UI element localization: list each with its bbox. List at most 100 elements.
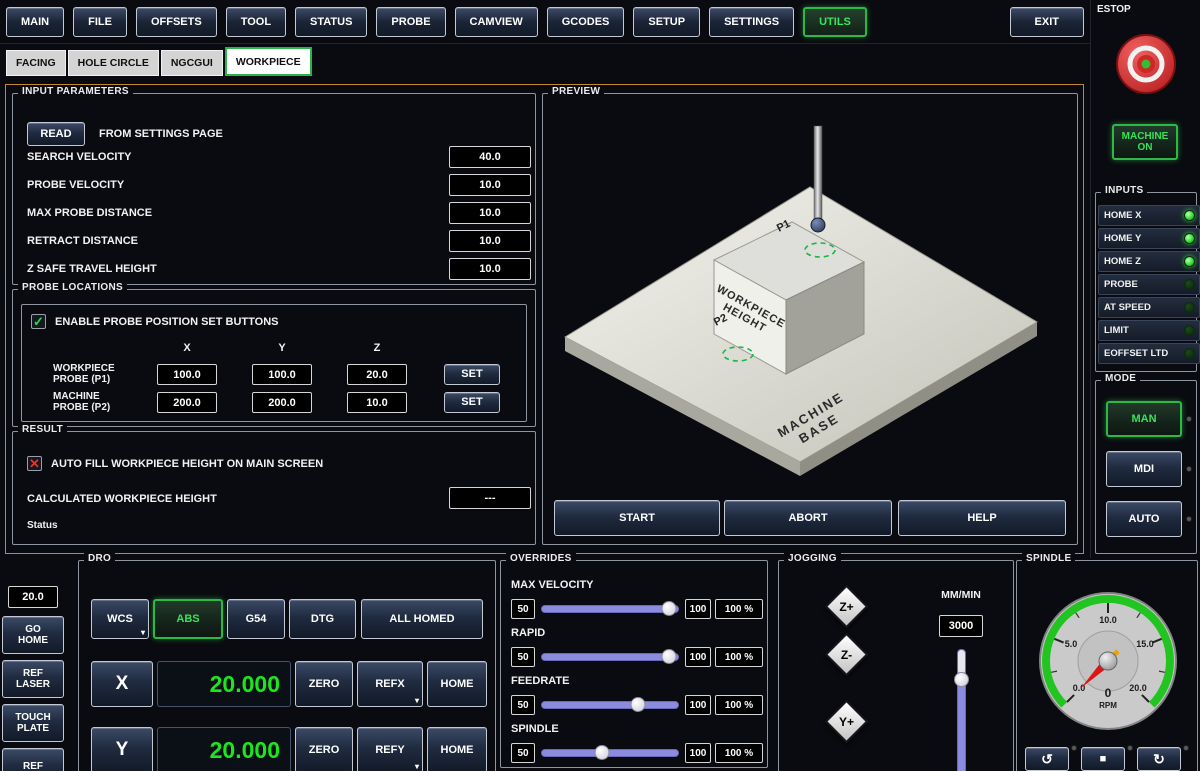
input-indicator-home-x: HOME X [1098,205,1200,226]
z-safe-travel-field[interactable]: 10.0 [449,258,531,280]
menu-settings[interactable]: SETTINGS [709,7,794,37]
machine-probe-z-field[interactable]: 10.0 [347,392,407,413]
mode-mdi-button[interactable]: MDI [1106,451,1182,487]
mode-group: MODE MAN MDI AUTO [1095,380,1197,554]
jog-z-minus-button[interactable]: Z- [825,633,869,677]
calculated-height-value: --- [449,487,531,509]
menu-main[interactable]: MAIN [6,7,64,37]
feedrate-max: 100 [685,695,711,715]
rapid-slider[interactable] [541,647,679,667]
utility-tab-bar: FACING HOLE CIRCLE NGCGUI WORKPIECE [6,46,314,76]
probe-velocity-field[interactable]: 10.0 [449,174,531,196]
menu-offsets[interactable]: OFFSETS [136,7,217,37]
ref-x-button[interactable]: REFX ▾ [357,661,423,707]
zero-x-button[interactable]: ZERO [295,661,353,707]
retract-distance-field[interactable]: 10.0 [449,230,531,252]
abs-button[interactable]: ABS [153,599,223,639]
dtg-button[interactable]: DTG [289,599,356,639]
feedrate-slider-handle[interactable] [630,697,645,712]
rapid-slider-handle[interactable] [662,649,677,664]
jog-y-plus-button[interactable]: Y+ [825,700,869,744]
jog-rate-slider[interactable] [957,649,966,771]
jog-rate-field[interactable]: 3000 [939,615,983,637]
home-y-button[interactable]: HOME [427,727,487,771]
mode-auto-button[interactable]: AUTO [1106,501,1182,537]
mode-man-button[interactable]: MAN [1106,401,1182,437]
max-velocity-slider-track[interactable] [541,605,679,613]
overrides-title: OVERRIDES [506,553,576,564]
spindle-group: SPINDLE 0.0 5.0 [1016,560,1198,771]
rapid-slider-track[interactable] [541,653,679,661]
zero-y-button[interactable]: ZERO [295,727,353,771]
estop-button[interactable] [1114,32,1178,96]
menu-probe[interactable]: PROBE [376,7,445,37]
tab-facing[interactable]: FACING [6,50,66,76]
wcs-button[interactable]: WCS ▾ [91,599,149,639]
go-home-button[interactable]: GO HOME [2,616,64,654]
machine-probe-y-field[interactable]: 200.0 [252,392,312,413]
max-probe-distance-field[interactable]: 10.0 [449,202,531,224]
right-sidebar: ESTOP MACHINE ON INPUTS HOME X HOME Y HO… [1090,0,1200,558]
laser-offset-field[interactable]: 20.0 [8,586,58,608]
jog-z-plus-button[interactable]: Z+ [825,585,869,629]
gauge-tick-10: 10.0 [1099,615,1117,625]
help-button[interactable]: HELP [898,500,1066,536]
feedrate-slider[interactable] [541,695,679,715]
start-button[interactable]: START [554,500,720,536]
spindle-stop-button[interactable]: ■ [1081,747,1125,771]
axis-x-button[interactable]: X [91,661,153,707]
gauge-tick-20: 20.0 [1129,683,1147,693]
g54-button[interactable]: G54 [227,599,285,639]
y-position-readout: 20.000 [157,727,291,771]
machine-on-button[interactable]: MACHINE ON [1112,124,1178,160]
home-x-button[interactable]: HOME [427,661,487,707]
menu-camview[interactable]: CAMVIEW [455,7,538,37]
ref-button[interactable]: REF [2,748,64,771]
inputs-title: INPUTS [1101,185,1147,196]
search-velocity-field[interactable]: 40.0 [449,146,531,168]
workpiece-probe-y-field[interactable]: 100.0 [252,364,312,385]
workpiece-probe-set-button[interactable]: SET [444,364,500,385]
max-velocity-max: 100 [685,599,711,619]
ref-laser-button[interactable]: REF LASER [2,660,64,698]
abort-button[interactable]: ABORT [724,500,892,536]
enable-probe-buttons-checkbox[interactable]: ✓ [31,314,46,329]
machine-probe-x-field[interactable]: 200.0 [157,392,217,413]
all-homed-button[interactable]: ALL HOMED [361,599,483,639]
tab-ngcgui[interactable]: NGCGUI [161,50,223,76]
home-y-led [1184,233,1195,244]
exit-button[interactable]: EXIT [1010,7,1084,37]
menu-gcodes[interactable]: GCODES [547,7,625,37]
probe-led [1184,279,1195,290]
dro-group: DRO WCS ▾ ABS G54 DTG ALL HOMED X 20.000… [78,560,496,771]
at-speed-led [1184,302,1195,313]
spindle-reverse-button[interactable]: ↺ [1025,747,1069,771]
feedrate-slider-track[interactable] [541,701,679,709]
tab-hole-circle[interactable]: HOLE CIRCLE [68,50,159,76]
axis-y-button[interactable]: Y [91,727,153,771]
jog-rate-slider-handle[interactable] [954,672,969,687]
ref-y-button[interactable]: REFY ▾ [357,727,423,771]
spindle-forward-button[interactable]: ↻ [1137,747,1181,771]
spindle-override-slider-handle[interactable] [594,745,609,760]
autofill-height-checkbox[interactable]: ✕ [27,456,42,471]
enable-probe-buttons-label: ENABLE PROBE POSITION SET BUTTONS [55,316,279,328]
menu-tool[interactable]: TOOL [226,7,286,37]
probe-velocity-label: PROBE VELOCITY [27,179,124,191]
menu-utils[interactable]: UTILS [803,7,867,37]
menu-status[interactable]: STATUS [295,7,367,37]
read-button[interactable]: READ [27,122,85,146]
dro-title: DRO [84,553,115,564]
max-velocity-slider[interactable] [541,599,679,619]
spindle-override-slider-track[interactable] [541,749,679,757]
workpiece-probe-z-field[interactable]: 20.0 [347,364,407,385]
menu-file[interactable]: FILE [73,7,127,37]
menu-setup[interactable]: SETUP [633,7,700,37]
touch-plate-button[interactable]: TOUCH PLATE [2,704,64,742]
search-velocity-label: SEARCH VELOCITY [27,151,132,163]
workpiece-probe-x-field[interactable]: 100.0 [157,364,217,385]
tab-workpiece[interactable]: WORKPIECE [225,47,312,76]
spindle-override-slider[interactable] [541,743,679,763]
max-velocity-slider-handle[interactable] [662,601,677,616]
machine-probe-set-button[interactable]: SET [444,392,500,413]
